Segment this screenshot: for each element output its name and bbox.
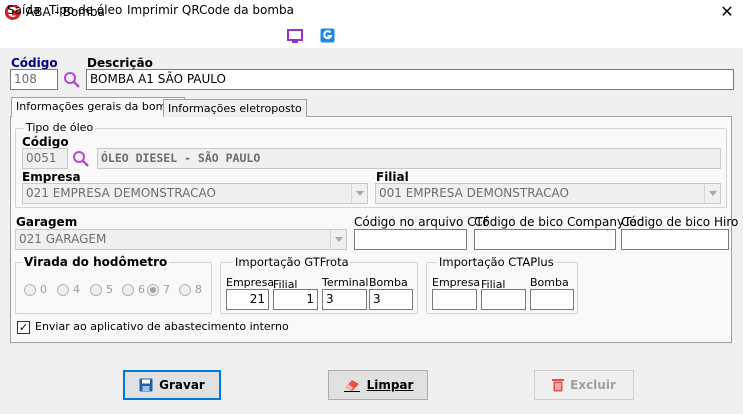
limpar-button-label: Limpar: [366, 378, 414, 392]
empresa-label: Empresa: [22, 170, 81, 184]
enviar-app-checkbox[interactable]: ✓: [17, 321, 30, 334]
radio-hodometro-8[interactable]: [179, 284, 191, 296]
menu-item-tipo-oleo[interactable]: Tipo de óleo: [49, 3, 122, 17]
radio-hodometro-8-label: 8: [195, 283, 202, 296]
codigo-label: Código: [11, 56, 58, 70]
gtfrota-filial-field[interactable]: 1: [273, 289, 318, 310]
tab-informacoes-eletroposto[interactable]: Informações eletroposto: [163, 99, 307, 117]
radio-hodometro-4[interactable]: [57, 284, 69, 296]
descricao-field[interactable]: BOMBA A1 SÃO PAULO: [86, 69, 734, 90]
radio-hodometro-0[interactable]: [24, 284, 36, 296]
empresa-dropdown-icon[interactable]: [351, 184, 367, 203]
excluir-button-label: Excluir: [570, 378, 616, 392]
radio-hodometro-6[interactable]: [122, 284, 134, 296]
gravar-button-label: Gravar: [159, 378, 205, 392]
tipo-oleo-search-icon[interactable]: [72, 150, 90, 168]
menu-item-saida[interactable]: Saída: [7, 3, 40, 17]
radio-hodometro-6-label: 6: [138, 283, 145, 296]
gtfrota-empresa-field[interactable]: 21: [226, 289, 269, 310]
garagem-select[interactable]: 021 GARAGEM: [15, 229, 347, 250]
gtfrota-terminal-field[interactable]: 3: [322, 289, 367, 310]
empresa-select[interactable]: 021 EMPRESA DEMONSTRACAO: [22, 183, 368, 204]
filial-select-value: 001 EMPRESA DEMONSTRACAO: [379, 186, 569, 200]
monitor-icon[interactable]: [287, 29, 303, 44]
ctaplus-group-title: Importação CTAPlus: [437, 255, 556, 269]
garagem-label: Garagem: [16, 215, 78, 229]
ctf-field[interactable]: [354, 229, 467, 250]
radio-hodometro-4-label: 4: [73, 283, 80, 296]
filial-select[interactable]: 001 EMPRESA DEMONSTRACAO: [375, 183, 721, 204]
ctaplus-empresa-field[interactable]: [432, 289, 477, 310]
codigo-field[interactable]: 108: [10, 69, 58, 90]
limpar-button[interactable]: Limpar: [328, 370, 428, 400]
tipo-oleo-descricao-field[interactable]: ÓLEO DIESEL - SÃO PAULO: [97, 148, 721, 169]
ctf-label: Código no arquivo CTF: [354, 215, 490, 229]
excluir-button[interactable]: Excluir: [534, 370, 634, 400]
tipo-oleo-codigo-label: Código: [22, 135, 69, 149]
tipo-oleo-codigo-field[interactable]: 0051: [22, 148, 68, 169]
close-icon[interactable]: ✕: [718, 2, 736, 22]
radio-hodometro-0-label: 0: [40, 283, 47, 296]
ctaplus-bomba-label: Bomba: [530, 276, 569, 289]
enviar-app-label: Enviar ao aplicativo de abastecimento in…: [35, 320, 289, 333]
hodometro-group-title: Virada do hodômetro: [22, 255, 170, 269]
trash-icon: [552, 379, 565, 392]
ctaplus-bomba-field[interactable]: [530, 289, 574, 310]
search-icon[interactable]: [63, 71, 81, 89]
companytec-label: Código de bico CompanyTec: [474, 215, 644, 229]
radio-hodometro-7-label: 7: [163, 283, 170, 296]
garagem-dropdown-icon[interactable]: [330, 230, 346, 249]
g-app-icon[interactable]: [320, 28, 335, 43]
empresa-select-value: 021 EMPRESA DEMONSTRACAO: [26, 186, 216, 200]
gtfrota-terminal-label: Terminal: [322, 276, 369, 289]
radio-hodometro-5-label: 5: [106, 283, 113, 296]
gravar-button[interactable]: Gravar: [123, 370, 221, 400]
eraser-icon: [343, 380, 360, 392]
gtfrota-bomba-field[interactable]: 3: [369, 289, 413, 310]
companytec-field[interactable]: [474, 229, 616, 250]
gtfrota-empresa-label: Empresa: [226, 276, 275, 289]
menu-bar: [0, 26, 743, 48]
radio-hodometro-7[interactable]: [147, 284, 159, 296]
tab-informacoes-gerais[interactable]: Informações gerais da bomba: [11, 97, 186, 117]
save-icon: [139, 378, 153, 392]
hiro-field[interactable]: [621, 229, 729, 250]
garagem-select-value: 021 GARAGEM: [19, 232, 107, 246]
filial-label: Filial: [376, 170, 409, 184]
hiro-label: Código de bico Hiro: [621, 215, 739, 229]
tipo-oleo-group-title: Tipo de óleo: [24, 121, 96, 134]
gtfrota-bomba-label: Bomba: [369, 276, 408, 289]
gtfrota-group-title: Importação GTFrota: [233, 255, 351, 269]
ctaplus-filial-field[interactable]: [481, 289, 526, 310]
ctaplus-empresa-label: Empresa: [432, 276, 481, 289]
filial-dropdown-icon[interactable]: [704, 184, 720, 203]
radio-hodometro-5[interactable]: [90, 284, 102, 296]
menu-item-imprimir-qrcode[interactable]: Imprimir QRCode da bomba: [127, 3, 294, 17]
descricao-label: Descrição: [87, 56, 153, 70]
